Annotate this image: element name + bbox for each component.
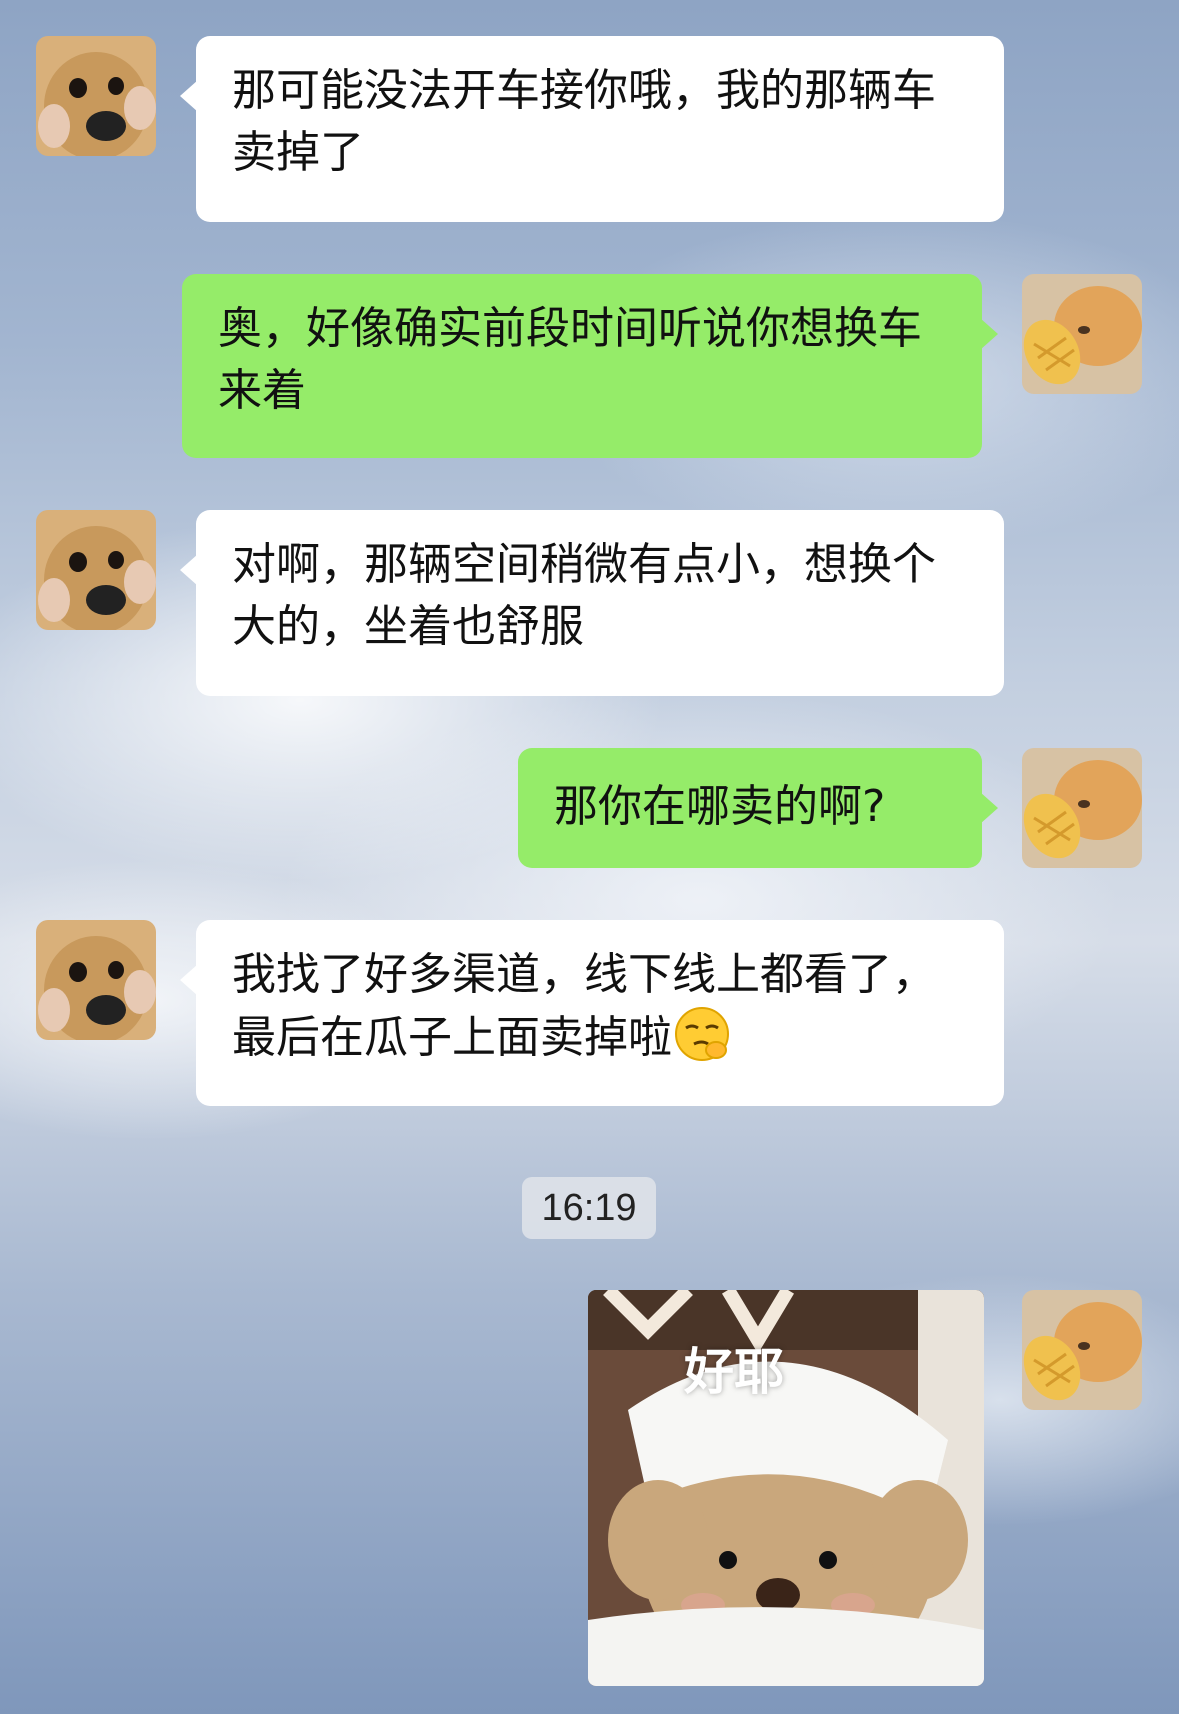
- message-text: 那可能没法开车接你哦，我的那辆车卖掉了: [232, 65, 936, 178]
- sticker-message[interactable]: 好耶: [588, 1290, 984, 1686]
- avatar-dog[interactable]: [36, 510, 156, 630]
- message-text: 我找了好多渠道，线下线上都看了，最后在瓜子上面卖掉啦: [232, 949, 936, 1063]
- avatar-cat[interactable]: [1022, 1290, 1142, 1410]
- message-text: 对啊，那辆空间稍微有点小，想换个大的，坐着也舒服: [232, 539, 936, 652]
- message-bubble-received[interactable]: 那可能没法开车接你哦，我的那辆车卖掉了: [180, 36, 1004, 222]
- avatar-cat[interactable]: [1022, 748, 1142, 868]
- dog-avatar-icon: [36, 920, 156, 1040]
- teddy-bear-sticker-icon: [588, 1290, 984, 1686]
- sticker-caption: 好耶: [684, 1343, 784, 1401]
- message-bubble-received[interactable]: 我找了好多渠道，线下线上都看了，最后在瓜子上面卖掉啦: [180, 920, 1004, 1106]
- cat-avatar-icon: [1022, 274, 1142, 394]
- avatar-dog[interactable]: [36, 36, 156, 156]
- dog-avatar-icon: [36, 36, 156, 156]
- message-bubble-received[interactable]: 对啊，那辆空间稍微有点小，想换个大的，坐着也舒服: [180, 510, 1004, 696]
- cat-avatar-icon: [1022, 1290, 1142, 1410]
- cat-avatar-icon: [1022, 748, 1142, 868]
- timestamp: 16:19: [522, 1177, 656, 1239]
- dog-avatar-icon: [36, 510, 156, 630]
- message-bubble-sent[interactable]: 那你在哪卖的啊?: [518, 748, 998, 868]
- smirk-shush-emoji-icon: [675, 1007, 729, 1061]
- message-text: 那你在哪卖的啊?: [554, 781, 886, 832]
- avatar-dog[interactable]: [36, 920, 156, 1040]
- avatar-cat[interactable]: [1022, 274, 1142, 394]
- message-text: 奥，好像确实前段时间听说你想换车来着: [218, 303, 922, 416]
- message-bubble-sent[interactable]: 奥，好像确实前段时间听说你想换车来着: [182, 274, 998, 458]
